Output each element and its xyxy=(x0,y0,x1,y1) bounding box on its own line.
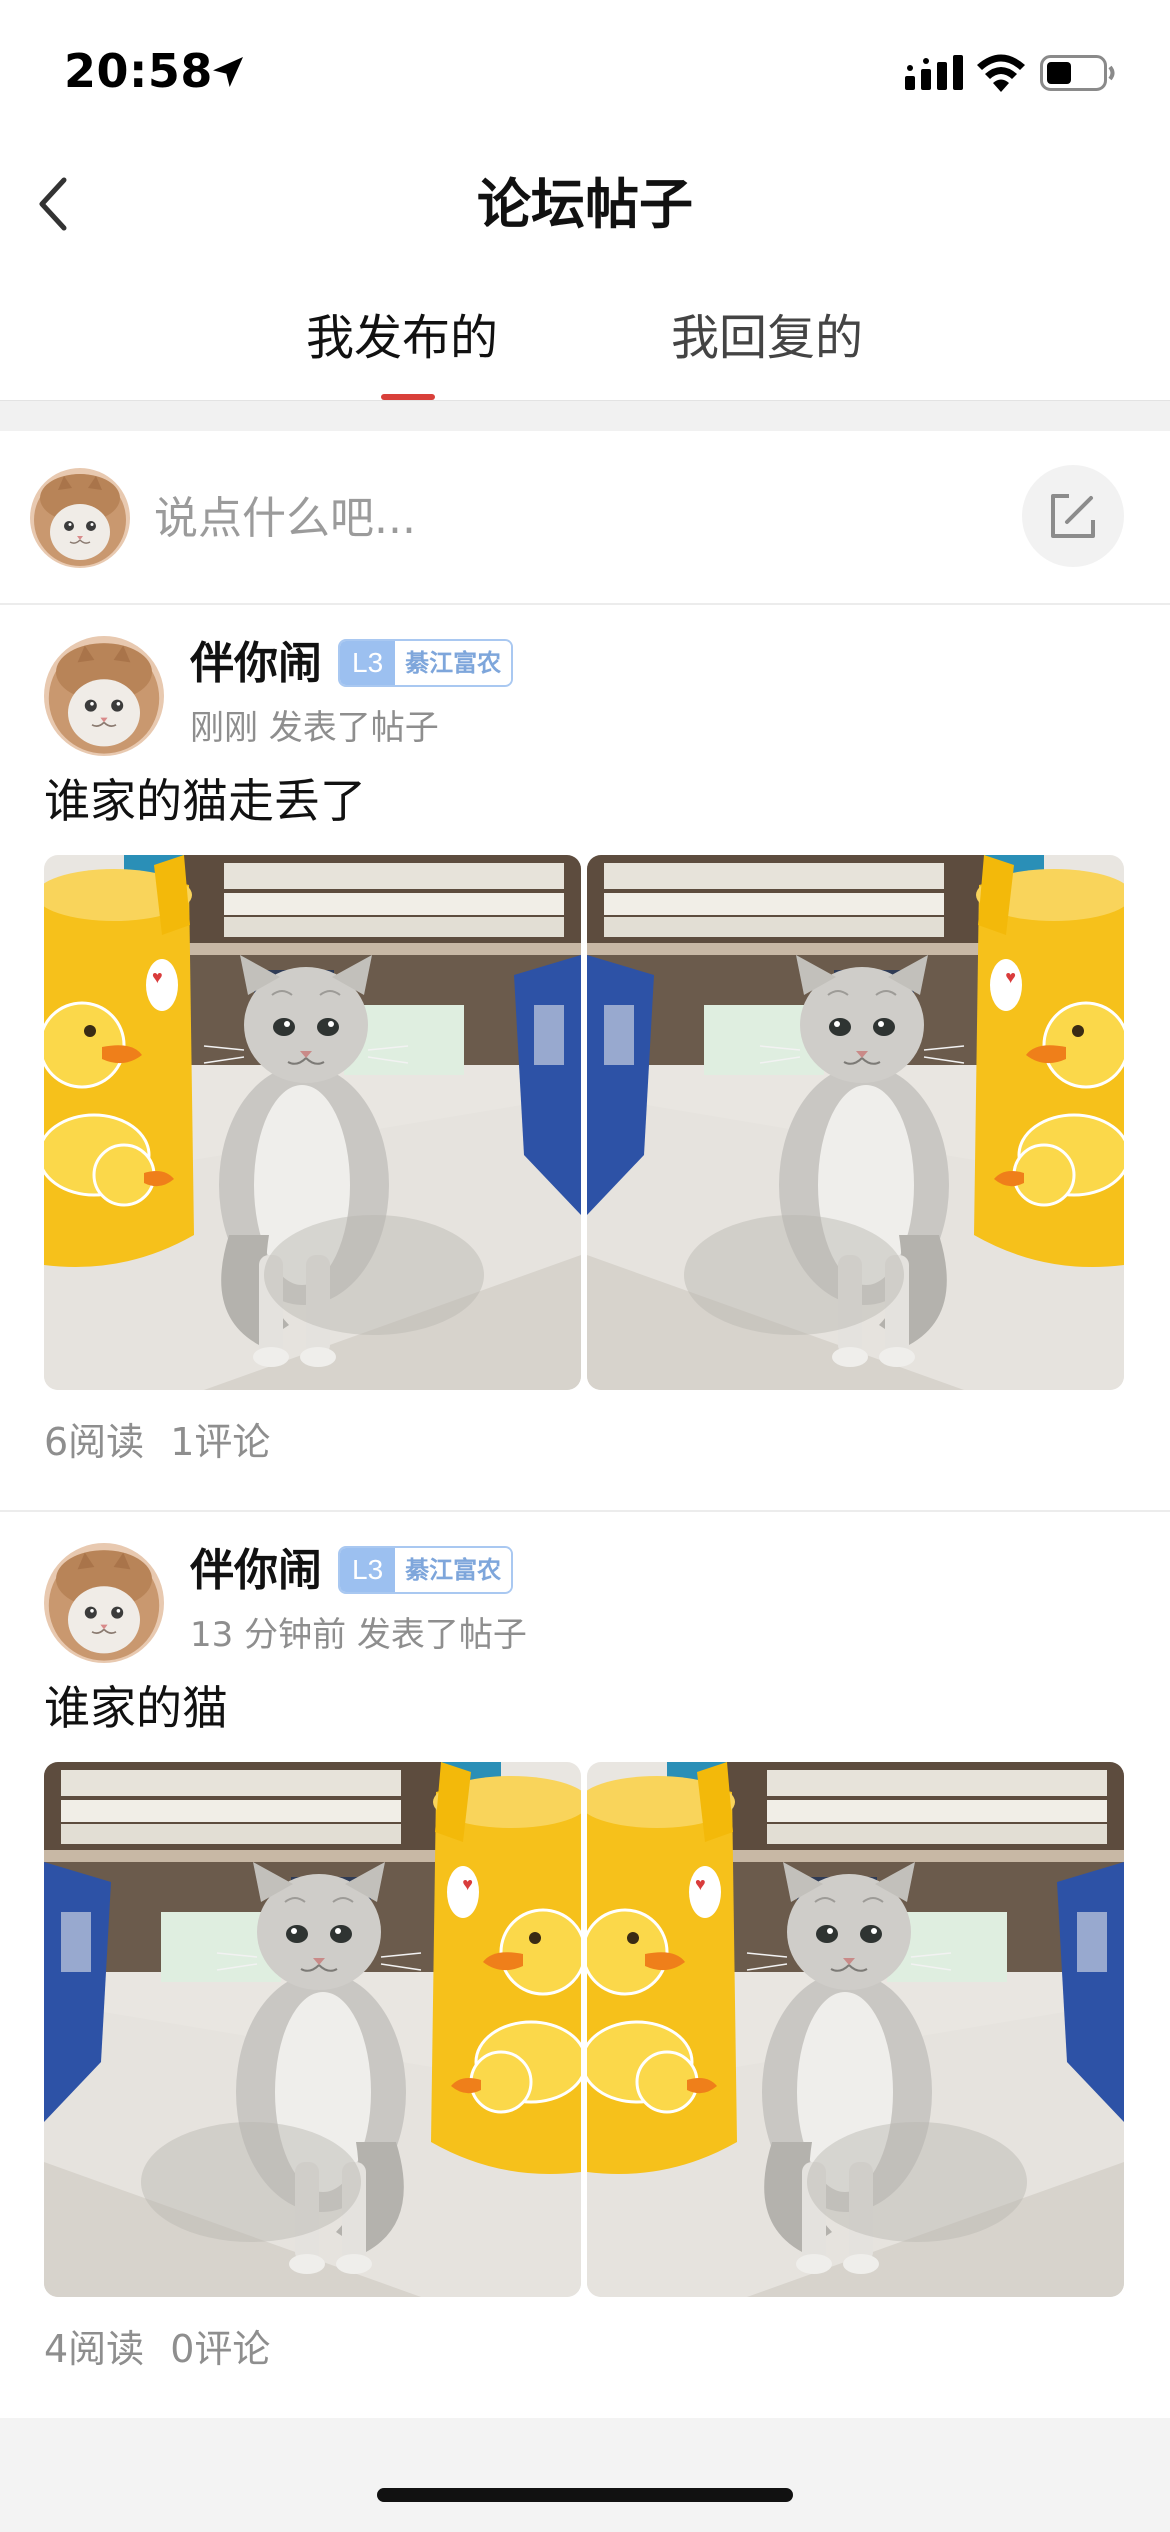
post-card[interactable]: 伴你闹 L3 綦江富农 刚刚 发表了帖子 谁家的猫走丢了 6阅读 1评论 xyxy=(0,605,1170,1512)
post-text[interactable]: 谁家的猫走丢了 xyxy=(44,769,366,833)
level-label: L3 xyxy=(340,1548,396,1592)
read-count: 4阅读 xyxy=(44,2327,145,2371)
post-time: 刚刚 发表了帖子 xyxy=(190,708,439,748)
user-avatar xyxy=(30,468,130,568)
post-text[interactable]: 谁家的猫 xyxy=(44,1676,228,1740)
post-card[interactable]: 伴你闹 L3 綦江富农 13 分钟前 发表了帖子 谁家的猫 4阅读 0评论 xyxy=(0,1512,1170,2417)
cellular-signal-icon xyxy=(905,55,963,90)
comment-count[interactable]: 0评论 xyxy=(170,2327,270,2371)
author-avatar[interactable] xyxy=(44,636,164,756)
post-image[interactable] xyxy=(587,1762,1124,2297)
location-arrow-icon xyxy=(213,57,243,87)
edit-post-button[interactable] xyxy=(1022,465,1124,567)
post-image[interactable] xyxy=(587,855,1124,1390)
post-stats: 6阅读 1评论 xyxy=(44,1417,296,1467)
battery-icon xyxy=(1040,55,1115,91)
status-time: 20:58 xyxy=(64,44,213,98)
post-composer[interactable]: 说点什么吧... xyxy=(0,431,1170,605)
author-name[interactable]: 伴你闹 xyxy=(190,635,322,693)
tab-my-posts[interactable]: 我发布的 xyxy=(306,306,498,370)
post-time: 13 分钟前 发表了帖子 xyxy=(190,1615,527,1655)
wifi-icon xyxy=(977,54,1025,92)
post-image[interactable] xyxy=(44,1762,581,2297)
author-name[interactable]: 伴你闹 xyxy=(190,1542,322,1600)
user-level-badge: L3 綦江富农 xyxy=(338,1546,514,1594)
comment-count[interactable]: 1评论 xyxy=(170,1420,270,1464)
read-count: 6阅读 xyxy=(44,1420,145,1464)
title-label: 綦江富农 xyxy=(395,1548,512,1592)
status-bar: 20:58 xyxy=(0,0,1170,140)
home-indicator[interactable] xyxy=(377,2488,793,2502)
edit-icon xyxy=(1051,494,1095,538)
section-divider xyxy=(0,400,1170,431)
tab-my-replies[interactable]: 我回复的 xyxy=(671,306,863,370)
title-label: 綦江富农 xyxy=(395,641,512,685)
author-avatar[interactable] xyxy=(44,1543,164,1663)
composer-placeholder[interactable]: 说点什么吧... xyxy=(154,491,416,547)
post-image[interactable] xyxy=(44,855,581,1390)
user-level-badge: L3 綦江富农 xyxy=(338,639,514,687)
level-label: L3 xyxy=(340,641,396,685)
post-stats: 4阅读 0评论 xyxy=(44,2324,296,2374)
bottom-safe-area xyxy=(0,2418,1170,2532)
page-title: 论坛帖子 xyxy=(477,173,693,236)
